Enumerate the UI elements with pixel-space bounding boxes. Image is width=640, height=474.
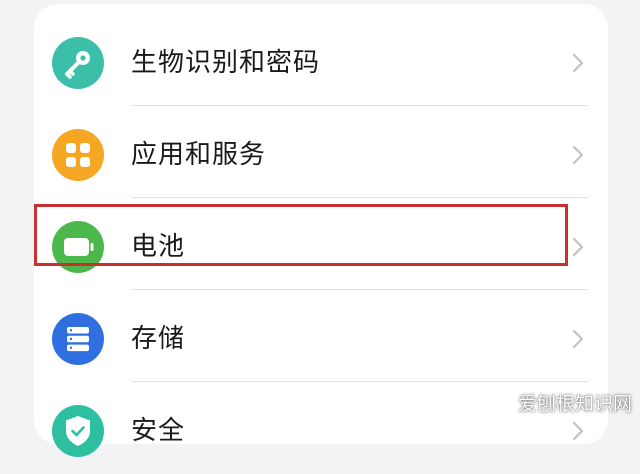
settings-item-label: 应用和服务 [131,140,267,170]
settings-card: 生物识别和密码 应用和服务 电池 存储 安全 [34,4,608,457]
chevron-right-icon [572,329,584,349]
settings-item-apps-services[interactable]: 应用和服务 [34,106,608,198]
settings-item-storage[interactable]: 存储 [34,290,608,382]
watermark: 爱刨根知识网 [517,393,632,415]
chevron-right-icon [572,421,584,441]
key-icon [52,37,104,89]
settings-item-biometrics-password[interactable]: 生物识别和密码 [34,14,608,106]
shield-icon [52,405,104,457]
storage-icon [52,313,104,365]
chevron-right-icon [572,53,584,73]
chevron-right-icon [572,237,584,257]
settings-item-battery[interactable]: 电池 [34,198,608,290]
settings-item-label: 电池 [131,232,186,262]
settings-item-label: 生物识别和密码 [131,48,321,78]
apps-grid-icon [52,129,104,181]
settings-item-label: 存储 [131,324,186,354]
chevron-right-icon [572,145,584,165]
settings-item-label: 安全 [131,416,186,446]
battery-icon [52,221,104,273]
